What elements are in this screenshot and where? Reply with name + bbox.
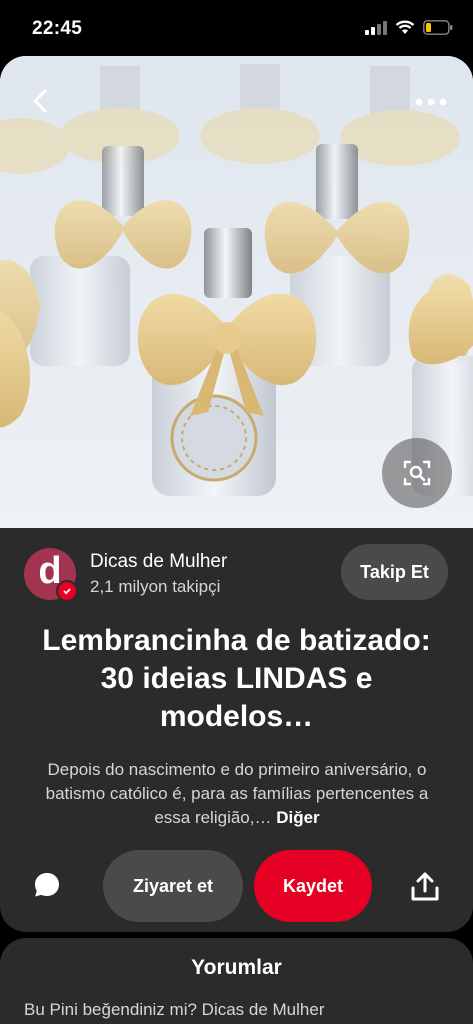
more-icon[interactable] bbox=[413, 92, 449, 112]
back-icon[interactable] bbox=[26, 86, 56, 116]
status-bar: 22:45 bbox=[0, 0, 473, 56]
comments-prompt: Bu Pini beğendiniz mi? Dicas de Mulher bbox=[24, 1000, 325, 1019]
status-time: 22:45 bbox=[32, 18, 83, 39]
visit-button[interactable]: Ziyaret et bbox=[103, 850, 243, 922]
visual-search-icon bbox=[403, 460, 431, 486]
save-button[interactable]: Kaydet bbox=[254, 850, 372, 922]
battery-icon bbox=[423, 20, 453, 35]
description-text: Depois do nascimento e do primeiro anive… bbox=[45, 760, 429, 827]
pin-title: Lembrancinha de batizado: 30 ideias LIND… bbox=[42, 624, 431, 733]
author-block[interactable]: d Dicas de Mulher 2,1 milyon takipçi bbox=[24, 548, 227, 602]
wifi-icon bbox=[395, 20, 415, 34]
author-name[interactable]: Dicas de Mulher bbox=[90, 551, 227, 573]
visual-search-button[interactable] bbox=[382, 438, 452, 508]
author-followers: 2,1 milyon takipçi bbox=[90, 577, 221, 596]
follow-button[interactable]: Takip Et bbox=[341, 544, 448, 600]
signal-icon bbox=[365, 20, 387, 35]
avatar[interactable]: d bbox=[24, 548, 78, 602]
comment-icon[interactable] bbox=[30, 868, 64, 902]
verified-badge-icon bbox=[56, 580, 78, 602]
status-icons bbox=[365, 20, 453, 35]
share-icon[interactable] bbox=[408, 870, 442, 904]
pin-description: Depois do nascimento e do primeiro anive… bbox=[30, 758, 444, 830]
more-link[interactable]: Diğer bbox=[276, 808, 319, 827]
comments-title: Yorumlar bbox=[191, 956, 282, 979]
